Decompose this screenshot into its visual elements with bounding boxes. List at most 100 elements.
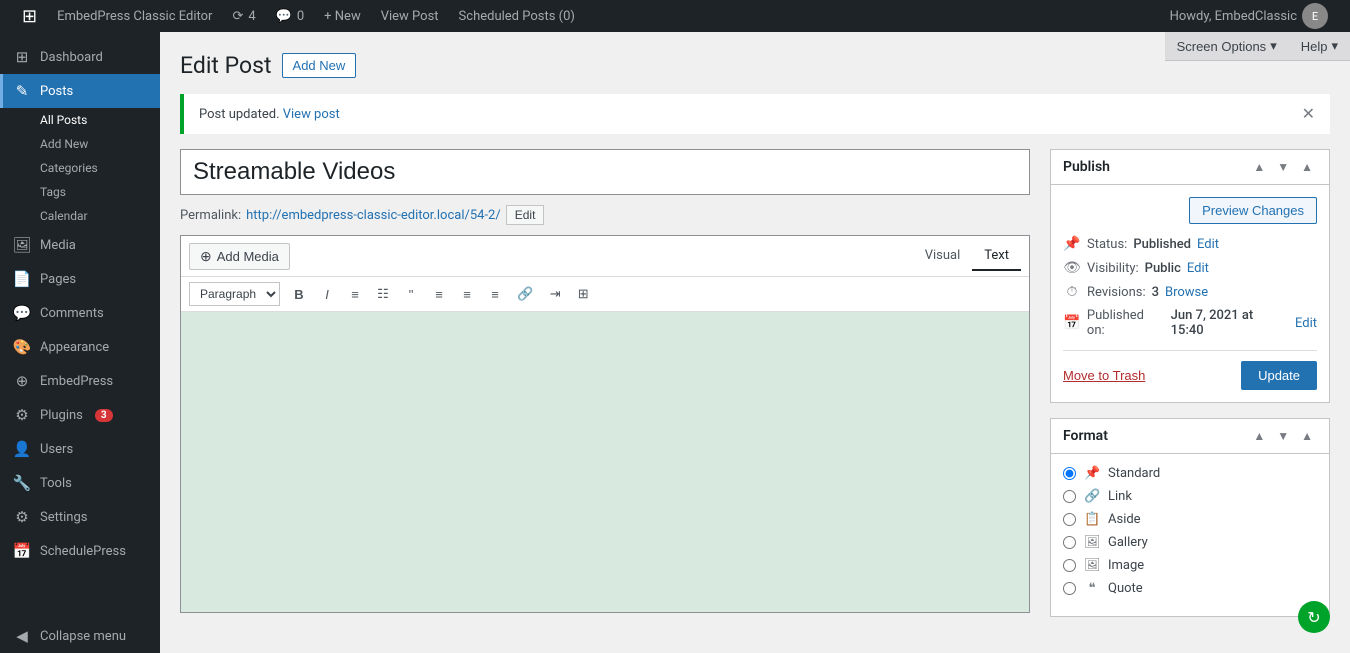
published-icon: 📅 <box>1063 315 1081 331</box>
format-link-radio[interactable] <box>1063 490 1076 503</box>
blockquote-button[interactable]: " <box>398 281 424 307</box>
published-edit-link[interactable]: Edit <box>1295 316 1317 331</box>
page-header: Edit Post Add New <box>180 52 1330 79</box>
preview-changes-button[interactable]: Preview Changes <box>1189 197 1317 224</box>
permalink-url[interactable]: http://embedpress-classic-editor.local/5… <box>246 208 501 223</box>
sidebar-item-dashboard[interactable]: ⊞ Dashboard <box>0 40 160 74</box>
sidebar-item-embedpress[interactable]: ⊕ EmbedPress <box>0 364 160 398</box>
bold-button[interactable]: B <box>286 281 312 307</box>
permalink-edit-button[interactable]: Edit <box>506 205 545 225</box>
format-link: 🔗 Link <box>1063 489 1317 504</box>
sidebar-item-add-new-post[interactable]: Add New <box>0 132 160 156</box>
updates-icon: ⟳ <box>232 9 243 24</box>
sidebar-item-posts[interactable]: ✎ Posts <box>0 74 160 108</box>
align-right-button[interactable]: ≡ <box>482 281 508 307</box>
format-gallery-radio[interactable] <box>1063 536 1076 549</box>
align-center-icon: ≡ <box>463 287 471 302</box>
sidebar-item-categories[interactable]: Categories <box>0 156 160 180</box>
editor-area[interactable] <box>181 312 1029 612</box>
sidebar-item-media[interactable]: 🖼 Media <box>0 228 160 262</box>
link-button[interactable]: 🔗 <box>510 281 540 307</box>
publish-toggle-button[interactable]: ▲ <box>1297 158 1317 176</box>
format-aside-radio[interactable] <box>1063 513 1076 526</box>
screen-options-button[interactable]: Screen Options ▾ <box>1165 32 1289 61</box>
sidebar-item-schedulepress[interactable]: 📅 SchedulePress <box>0 534 160 568</box>
publish-panel-title: Publish <box>1063 159 1110 175</box>
format-panel-controls: ▲ ▼ ▲ <box>1249 427 1317 445</box>
format-collapse-up[interactable]: ▲ <box>1249 427 1269 445</box>
site-name-item[interactable]: EmbedPress Classic Editor <box>47 0 222 32</box>
sidebar-item-pages[interactable]: 📄 Pages <box>0 262 160 296</box>
scheduled-item[interactable]: Scheduled Posts (0) <box>449 0 585 32</box>
format-collapse-down[interactable]: ▼ <box>1273 427 1293 445</box>
align-left-button[interactable]: ≡ <box>426 281 452 307</box>
align-center-button[interactable]: ≡ <box>454 281 480 307</box>
plugins-icon: ⚙ <box>12 406 32 424</box>
indent-button[interactable]: ⇥ <box>542 281 568 307</box>
add-new-button[interactable]: Add New <box>282 53 357 78</box>
bold-icon: B <box>294 287 303 302</box>
format-standard: 📌 Standard <box>1063 466 1317 481</box>
sidebar-item-plugins[interactable]: ⚙ Plugins 3 <box>0 398 160 432</box>
publish-collapse-up[interactable]: ▲ <box>1249 158 1269 176</box>
sidebar-item-tags[interactable]: Tags <box>0 180 160 204</box>
sidebar-item-tools[interactable]: 🔧 Tools <box>0 466 160 500</box>
sidebar-schedulepress-label: SchedulePress <box>40 544 126 559</box>
status-edit-link[interactable]: Edit <box>1197 237 1219 252</box>
sidebar-item-all-posts[interactable]: All Posts <box>0 108 160 132</box>
notice-close-button[interactable]: ✕ <box>1302 104 1315 124</box>
posts-icon: ✎ <box>12 82 32 100</box>
format-quote-label[interactable]: Quote <box>1108 581 1143 596</box>
update-button[interactable]: Update <box>1241 361 1317 390</box>
format-link-label[interactable]: Link <box>1108 489 1132 504</box>
scheduled-label: Scheduled Posts (0) <box>459 9 575 24</box>
paragraph-select[interactable]: Paragraph <box>189 282 280 306</box>
format-standard-radio[interactable] <box>1063 467 1076 480</box>
table-button[interactable]: ⊞ <box>570 281 596 307</box>
format-panel-title: Format <box>1063 428 1108 444</box>
format-image-label[interactable]: Image <box>1108 558 1144 573</box>
publish-panel-body: Preview Changes 📌 Status: Published Edit… <box>1051 185 1329 402</box>
italic-button[interactable]: I <box>314 281 340 307</box>
view-post-item[interactable]: View Post <box>371 0 449 32</box>
updates-item[interactable]: ⟳ 4 <box>222 0 265 32</box>
publish-panel-header: Publish ▲ ▼ ▲ <box>1051 150 1329 185</box>
wp-logo-item[interactable]: ⊞ <box>12 0 47 32</box>
format-quote: ❝ Quote <box>1063 581 1317 596</box>
move-to-trash-button[interactable]: Move to Trash <box>1063 368 1145 383</box>
visibility-edit-link[interactable]: Edit <box>1187 261 1209 276</box>
comments-icon: 💬 <box>276 9 292 24</box>
unordered-list-button[interactable]: ≡ <box>342 281 368 307</box>
format-quote-radio[interactable] <box>1063 582 1076 595</box>
sidebar-item-calendar[interactable]: Calendar <box>0 204 160 228</box>
revisions-browse-link[interactable]: Browse <box>1165 285 1208 300</box>
comments-item[interactable]: 💬 0 <box>266 0 315 32</box>
format-aside: 📋 Aside <box>1063 512 1317 527</box>
format-image-radio[interactable] <box>1063 559 1076 572</box>
sidebar-item-comments[interactable]: 💬 Comments <box>0 296 160 330</box>
add-media-button[interactable]: ⊕ Add Media <box>189 243 290 270</box>
refresh-button[interactable]: ↻ <box>1298 601 1330 633</box>
calendar-label: Calendar <box>40 209 88 223</box>
tab-text[interactable]: Text <box>972 242 1021 271</box>
format-standard-label[interactable]: Standard <box>1108 466 1160 481</box>
sidebar-media-label: Media <box>40 238 76 253</box>
format-toggle-button[interactable]: ▲ <box>1297 427 1317 445</box>
format-aside-label[interactable]: Aside <box>1108 512 1141 527</box>
format-image: 🖼 Image <box>1063 558 1317 573</box>
view-post-link[interactable]: View post <box>283 107 340 122</box>
new-item[interactable]: + New <box>314 0 371 32</box>
publish-collapse-down[interactable]: ▼ <box>1273 158 1293 176</box>
ordered-list-button[interactable]: ☷ <box>370 281 396 307</box>
sidebar-item-settings[interactable]: ⚙ Settings <box>0 500 160 534</box>
updates-count: 4 <box>248 9 255 24</box>
sidebar-item-users[interactable]: 👤 Users <box>0 432 160 466</box>
format-gallery-label[interactable]: Gallery <box>1108 535 1148 550</box>
revisions-value: 3 <box>1152 285 1159 300</box>
sidebar-item-appearance[interactable]: 🎨 Appearance <box>0 330 160 364</box>
aside-icon: 📋 <box>1084 512 1100 527</box>
avatar[interactable]: E <box>1302 3 1328 29</box>
help-button[interactable]: Help ▾ <box>1289 32 1350 61</box>
tab-visual[interactable]: Visual <box>913 242 973 271</box>
post-title-input[interactable] <box>193 158 1017 186</box>
